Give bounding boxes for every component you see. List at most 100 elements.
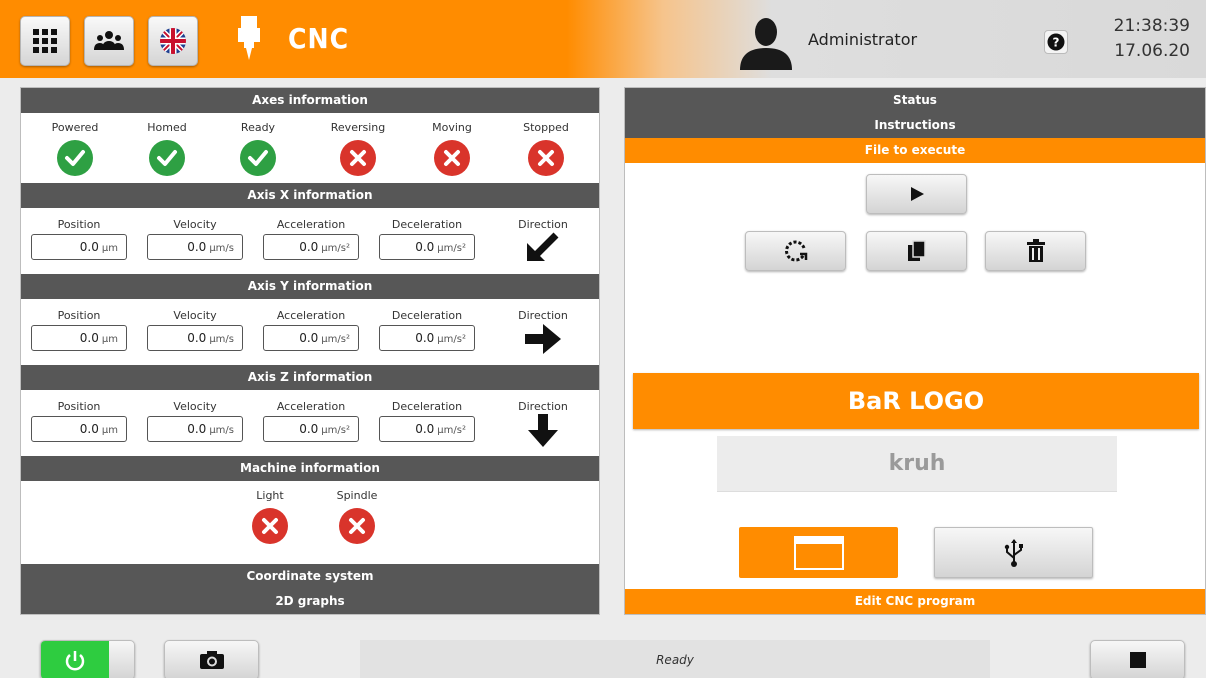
coordinate-system-tab[interactable]: Coordinate system: [21, 564, 599, 589]
status-stopped: Stopped: [511, 121, 581, 176]
field-value: 0.0: [415, 331, 435, 345]
axes-status-row: Powered Homed Ready Reversing Moving Sto…: [21, 113, 599, 183]
axis-z-direction: Direction: [513, 400, 573, 452]
stop-icon: [1129, 652, 1146, 668]
axis-y-acceleration: Acceleration 0.0 µm/s²: [263, 309, 359, 351]
field-value: 0.0: [79, 331, 99, 345]
graphs-2d-tab[interactable]: 2D graphs: [21, 589, 599, 614]
field-label: Position: [57, 309, 101, 322]
direction-label: Direction: [518, 400, 568, 413]
field-label: Deceleration: [391, 309, 463, 322]
program-title: BaR LOGO: [633, 373, 1199, 429]
camera-button[interactable]: [164, 640, 259, 678]
check-icon: [240, 140, 276, 176]
field-label: Velocity: [173, 309, 217, 322]
status-label: Homed: [147, 121, 187, 134]
velocity-field[interactable]: 0.0 µm/s: [147, 325, 243, 351]
axis-z-deceleration: Deceleration 0.0 µm/s²: [379, 400, 475, 442]
help-icon: ?: [1047, 33, 1065, 51]
instructions-tab[interactable]: Instructions: [625, 113, 1205, 138]
axes-info-header: Axes information: [21, 88, 599, 113]
deceleration-field[interactable]: 0.0 µm/s²: [379, 416, 475, 442]
field-value: 0.0: [415, 422, 435, 436]
axis-z-row: Position 0.0 µm Velocity 0.0 µm/s Accelera…: [21, 390, 599, 456]
velocity-field[interactable]: 0.0 µm/s: [147, 234, 243, 260]
axis-z-position: Position 0.0 µm: [31, 400, 127, 442]
axis-x-direction: Direction: [513, 218, 573, 268]
velocity-field[interactable]: 0.0 µm/s: [147, 416, 243, 442]
file-to-execute-tab[interactable]: File to execute: [625, 138, 1205, 163]
language-button[interactable]: [148, 16, 198, 66]
field-value: 0.0: [187, 331, 207, 345]
field-unit: µm: [101, 243, 118, 254]
acceleration-field[interactable]: 0.0 µm/s²: [263, 416, 359, 442]
cross-icon: [252, 508, 288, 544]
play-button[interactable]: [866, 174, 967, 214]
reload-button[interactable]: [745, 231, 846, 271]
field-label: Position: [57, 218, 101, 231]
deceleration-field[interactable]: 0.0 µm/s²: [379, 325, 475, 351]
program-panel: Status Instructions File to execute BaR …: [624, 87, 1206, 615]
axis-y-header: Axis Y information: [21, 274, 599, 299]
help-button[interactable]: ?: [1044, 30, 1068, 54]
field-label: Acceleration: [276, 400, 346, 413]
status-moving: Moving: [417, 121, 487, 176]
axis-x-header: Axis X information: [21, 183, 599, 208]
stop-button[interactable]: [1090, 640, 1185, 678]
users-icon: [94, 31, 124, 50]
user-avatar-icon: [740, 18, 792, 70]
arrow-right-icon: [525, 324, 561, 354]
power-on-segment: [41, 641, 109, 678]
menu-grid-button[interactable]: [20, 16, 70, 66]
usb-button[interactable]: [934, 527, 1093, 578]
deceleration-field[interactable]: 0.0 µm/s²: [379, 234, 475, 260]
field-value: 0.0: [299, 331, 319, 345]
axis-y-row: Position 0.0 µm Velocity 0.0 µm/s Accelera…: [21, 299, 599, 365]
status-label: Powered: [51, 121, 99, 134]
delete-button[interactable]: [985, 231, 1086, 271]
clock-date: 17.06.20: [1114, 41, 1190, 61]
acceleration-field[interactable]: 0.0 µm/s²: [263, 325, 359, 351]
status-ready: Ready: [223, 121, 293, 176]
status-tab[interactable]: Status: [625, 88, 1205, 113]
axis-z-header: Axis Z information: [21, 365, 599, 390]
machine-info-header: Machine information: [21, 456, 599, 481]
trash-icon: [1026, 239, 1045, 262]
power-icon: [65, 651, 85, 671]
position-field[interactable]: 0.0 µm: [31, 416, 127, 442]
grid-icon: [33, 29, 57, 53]
users-button[interactable]: [84, 16, 134, 66]
window-view-button[interactable]: [739, 527, 898, 578]
acceleration-field[interactable]: 0.0 µm/s²: [263, 234, 359, 260]
arrow-down-icon: [528, 414, 558, 447]
play-icon: [910, 187, 924, 201]
copy-button[interactable]: [866, 231, 967, 271]
cross-icon: [340, 140, 376, 176]
cross-icon: [339, 508, 375, 544]
status-label: Ready: [240, 121, 276, 134]
machine-status-row: Light Spindle: [21, 481, 599, 551]
file-name-field[interactable]: kruh: [717, 436, 1117, 492]
copy-icon: [907, 240, 926, 261]
window-icon: [793, 535, 844, 570]
axis-z-acceleration: Acceleration 0.0 µm/s²: [263, 400, 359, 442]
position-field[interactable]: 0.0 µm: [31, 325, 127, 351]
power-toggle[interactable]: [40, 640, 135, 678]
axis-y-position: Position 0.0 µm: [31, 309, 127, 351]
reload-icon: [784, 240, 807, 262]
field-unit: µm/s: [209, 334, 234, 345]
status-label: Moving: [432, 121, 472, 134]
field-label: Acceleration: [276, 309, 346, 322]
axis-y-velocity: Velocity 0.0 µm/s: [147, 309, 243, 351]
field-value: 0.0: [187, 422, 207, 436]
position-field[interactable]: 0.0 µm: [31, 234, 127, 260]
edit-program-tab[interactable]: Edit CNC program: [625, 589, 1205, 614]
axis-z-velocity: Velocity 0.0 µm/s: [147, 400, 243, 442]
field-value: 0.0: [299, 422, 319, 436]
status-reversing: Reversing: [323, 121, 393, 176]
direction-label: Direction: [518, 218, 568, 231]
app-title: CNC: [288, 22, 350, 55]
axis-x-row: Position 0.0 µm Velocity 0.0 µm/s Accelera…: [21, 208, 599, 274]
field-label: Velocity: [173, 400, 217, 413]
field-value: 0.0: [79, 240, 99, 254]
